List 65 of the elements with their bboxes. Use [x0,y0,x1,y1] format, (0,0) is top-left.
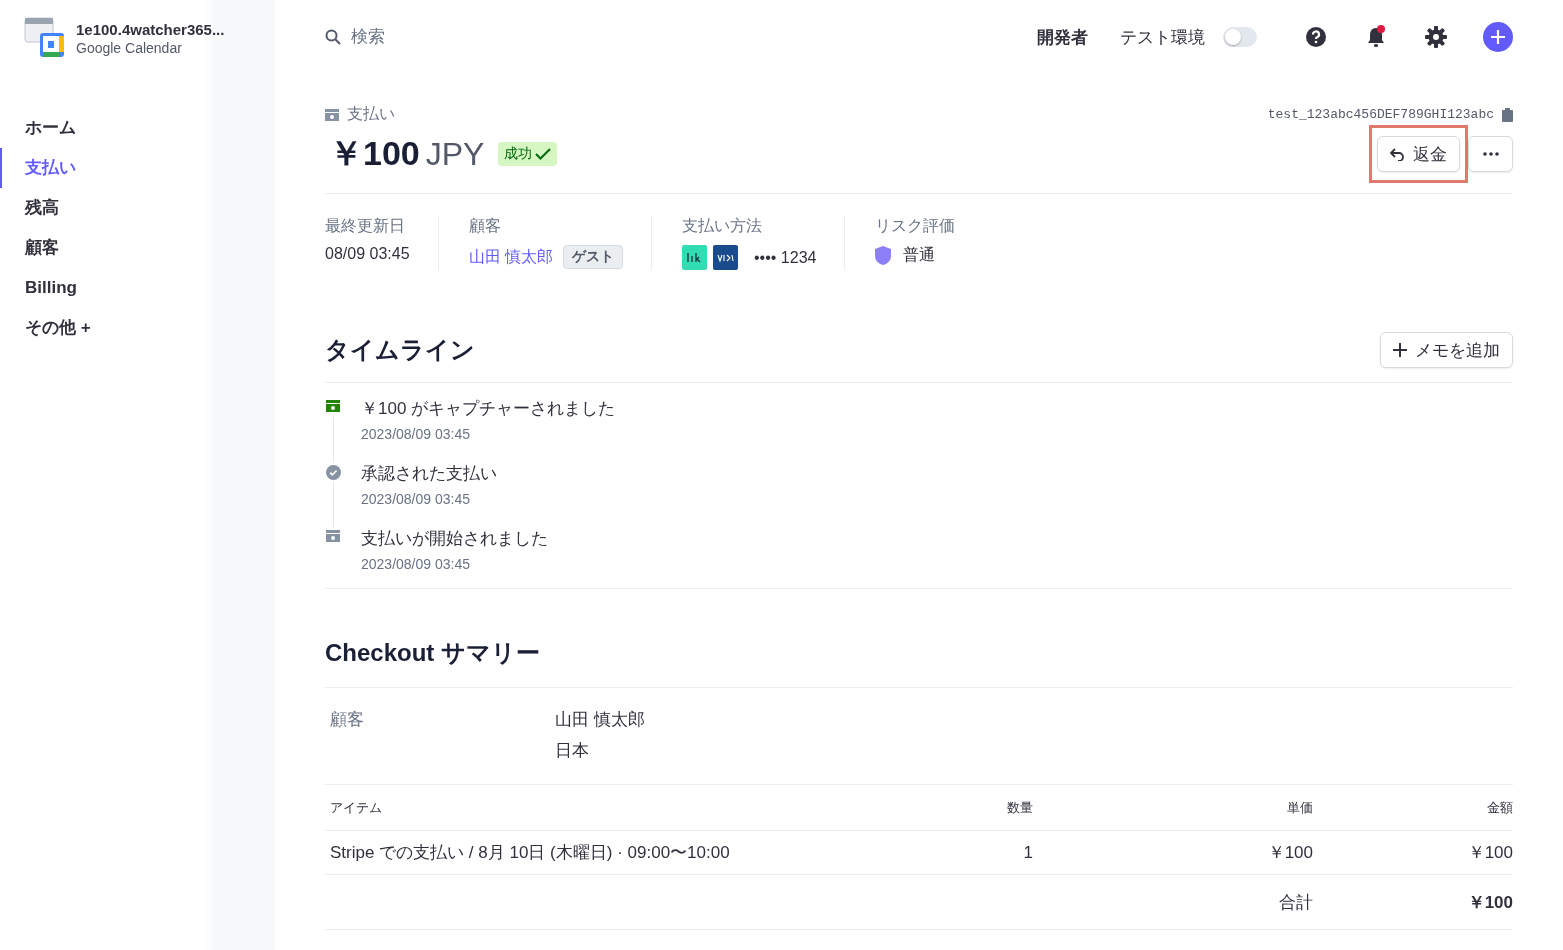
column-header: 単価 [1286,798,1313,817]
cash-icon [325,108,339,121]
card-number: •••• 1234 [754,248,817,267]
sidebar-item[interactable]: 顧客 [0,228,275,268]
sidebar-item[interactable]: 支払い [0,148,275,188]
help-icon[interactable] [1303,24,1329,50]
developers-link[interactable]: 開発者 [1037,25,1088,49]
detail-value: 08/09 03:45 [325,245,410,263]
plus-icon [1490,29,1506,45]
customer-label: 顧客 [330,709,365,731]
column-header: 数量 [1006,798,1033,817]
risk-level: 普通 [903,245,936,265]
section-title: Checkout サマリー [325,638,541,668]
payment-id: test_123abc456DEF789GHI123abc [1267,107,1494,122]
shield-icon [875,246,892,265]
link-logo-icon [682,245,707,270]
calendar-logo-icon [24,17,66,59]
payment-amount: ￥100 [329,133,420,174]
timeline-event: 承認された支払い [361,463,497,485]
customer-link[interactable]: 山田 慎太郎 [468,246,553,268]
settings-icon[interactable] [1423,24,1449,50]
event-time: 2023/08/09 03:45 [361,426,471,442]
customer-country: 日本 [555,740,590,762]
table-cell-text: ￥100 [1266,842,1313,864]
total-amount: ￥100 [1466,891,1513,914]
sidebar-item[interactable]: Billing [0,268,275,308]
add-note-button[interactable]: メモを追加 [1380,332,1513,368]
table-cell-text: ￥100 [1466,842,1513,864]
ellipsis-icon [1482,152,1499,156]
total-label: 合計 [1278,891,1313,914]
event-time: 2023/08/09 03:45 [361,491,471,507]
check-circle-icon [325,465,341,480]
refund-button[interactable]: 返金 [1377,136,1460,172]
currency: JPY [425,135,485,173]
test-mode-label[interactable]: テスト環境 [1120,25,1205,49]
timeline-event: 支払いが開始されました [361,528,548,550]
test-mode-toggle[interactable] [1223,27,1257,47]
search-icon [325,29,341,45]
account-name[interactable]: 1e100.4watcher365... [76,20,225,38]
column-header: アイテム [330,798,383,817]
sidebar-item[interactable]: 残高 [0,188,275,228]
table-cell-text: 1 [1022,842,1033,863]
detail-label: 最終更新日 [325,216,406,236]
account-subtitle: Google Calendar [76,39,183,56]
column-header: 金額 [1486,798,1513,817]
plus-icon [1393,343,1407,357]
create-button[interactable] [1483,22,1513,52]
sidebar-item[interactable]: ホーム [0,108,275,148]
clipboard-icon[interactable] [1502,107,1513,122]
guest-tag: ゲスト [563,245,623,269]
detail-label: リスク評価 [875,216,956,236]
breadcrumb[interactable]: 支払い [347,104,395,125]
table-cell-text: Stripe での支払い / 8月 10日 (木曜日) · 09:00〜10:00 [330,842,731,864]
check-icon [535,148,552,160]
card-logo-icon [713,245,738,270]
status-badge: 成功 [498,142,558,166]
sidebar-item[interactable]: その他 + [0,308,275,348]
detail-label: 支払い方法 [682,216,763,236]
detail-label: 顧客 [468,216,502,236]
timeline-event: ￥100 がキャプチャーされました [361,398,616,420]
undo-arrow-icon [1390,147,1405,161]
more-button[interactable] [1468,136,1513,172]
section-title: タイムライン [325,335,475,365]
customer-name: 山田 慎太郎 [555,709,646,731]
event-time: 2023/08/09 03:45 [361,556,471,572]
